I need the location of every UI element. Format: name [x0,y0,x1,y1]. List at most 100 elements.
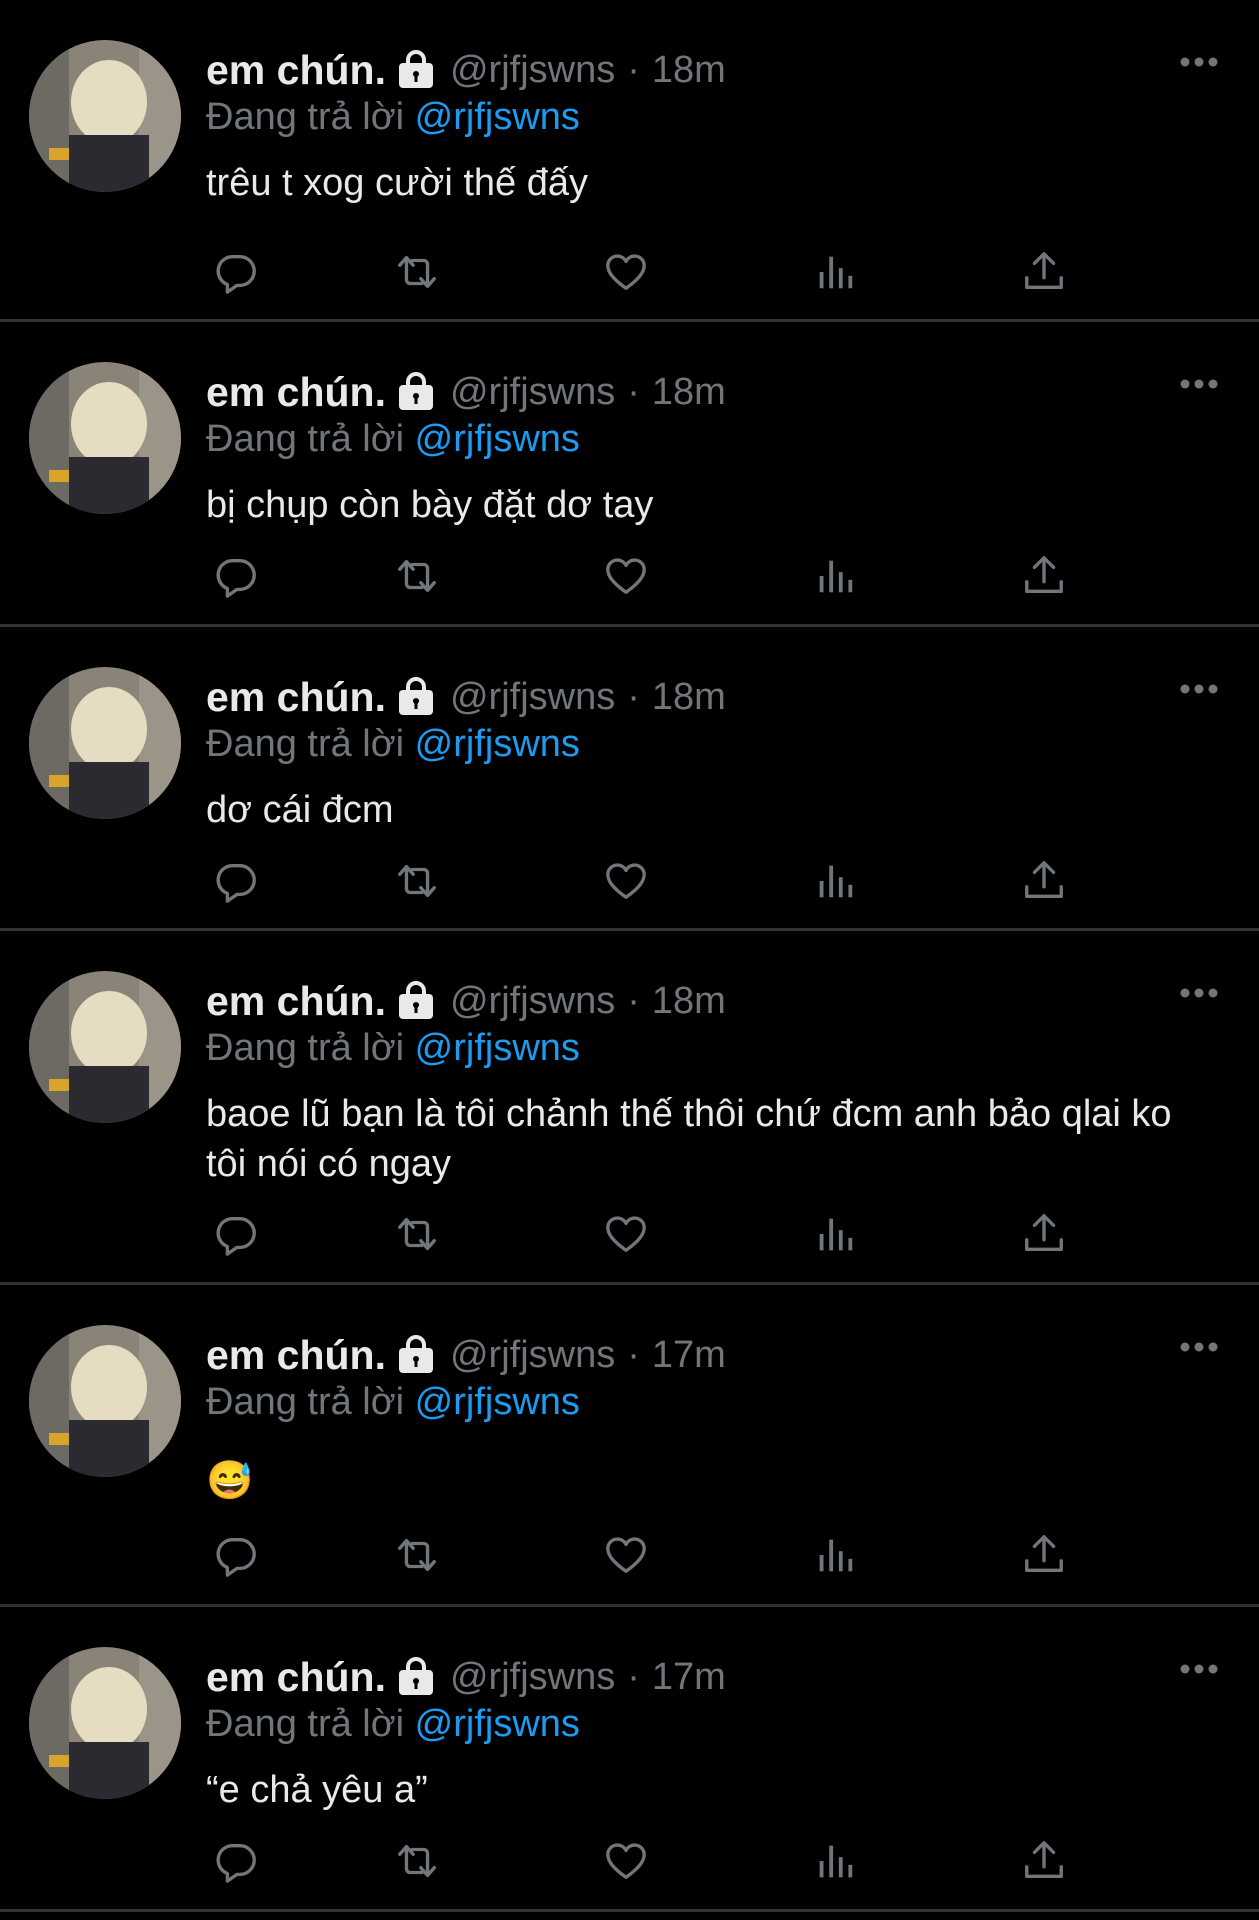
reply-prefix: Đang trả lời [206,1703,405,1745]
author-name[interactable]: em chún. [206,47,386,94]
reply-prefix: Đang trả lời [206,96,405,138]
mention-link[interactable]: @rjfjswns [415,418,580,460]
tweet[interactable]: em chún. @rjfjswns · 18m Đang trả lời @r… [0,322,1259,627]
author-handle[interactable]: @rjfjswns [450,371,615,414]
reply-icon[interactable] [211,1209,261,1259]
timestamp[interactable]: 18m [652,371,726,414]
views-icon[interactable] [810,1530,860,1580]
tweet-text: baoe lũ bạn là tôi chảnh thế thôi chứ đc… [206,1093,1172,1185]
author-handle[interactable]: @rjfjswns [450,980,615,1023]
avatar[interactable] [29,1647,181,1799]
tweet[interactable]: em chún. @rjfjswns · 18m Đang trả lời @r… [0,931,1259,1285]
reply-icon[interactable] [211,247,261,297]
tweet-text: “e chả yêu a” [206,1769,428,1811]
lock-icon [396,50,436,90]
reply-icon[interactable] [211,1836,261,1886]
avatar[interactable] [29,40,181,192]
separator: · [627,370,640,413]
author-handle[interactable]: @rjfjswns [450,1656,615,1699]
author-name[interactable]: em chún. [206,978,386,1025]
avatar[interactable] [29,1325,181,1477]
tweet-text: dơ cái đcm [206,789,394,831]
author-handle[interactable]: @rjfjswns [450,676,615,719]
more-options-icon[interactable] [1179,52,1219,72]
mention-link[interactable]: @rjfjswns [415,1381,580,1423]
tweet-text: trêu t xog cười thế đấy [206,162,588,204]
reply-context: Đang trả lời @rjfjswns [206,720,1219,768]
tweet[interactable]: em chún. @rjfjswns · 18m Đang trả lời @r… [0,0,1259,322]
tweet-text: bị chụp còn bày đặt dơ tay [206,484,654,526]
share-icon[interactable] [1019,247,1069,297]
tweet[interactable]: em chún. @rjfjswns · 18m Đang trả lời @r… [0,627,1259,931]
like-icon[interactable] [601,856,651,906]
avatar[interactable] [29,971,181,1123]
retweet-icon[interactable] [392,856,442,906]
tweet[interactable]: em chún. @rjfjswns · 17m Đang trả lời @r… [0,1607,1259,1912]
separator: · [627,675,640,718]
avatar[interactable] [29,362,181,514]
author-handle[interactable]: @rjfjswns [450,49,615,92]
like-icon[interactable] [601,247,651,297]
like-icon[interactable] [601,1530,651,1580]
author-name[interactable]: em chún. [206,369,386,416]
reply-context: Đang trả lời @rjfjswns [206,1700,1219,1748]
retweet-icon[interactable] [392,1530,442,1580]
views-icon[interactable] [810,1209,860,1259]
like-icon[interactable] [601,551,651,601]
more-options-icon[interactable] [1179,983,1219,1003]
lock-icon [396,1657,436,1697]
timestamp[interactable]: 18m [652,49,726,92]
timestamp[interactable]: 18m [652,980,726,1023]
views-icon[interactable] [810,856,860,906]
more-options-icon[interactable] [1179,1659,1219,1679]
retweet-icon[interactable] [392,247,442,297]
views-icon[interactable] [810,1836,860,1886]
action-bar [206,247,1106,297]
retweet-icon[interactable] [392,1836,442,1886]
tweet-text: 😅 [206,1460,254,1502]
reply-prefix: Đang trả lời [206,723,405,765]
mention-link[interactable]: @rjfjswns [415,723,580,765]
separator: · [627,1333,640,1376]
separator: · [627,979,640,1022]
more-options-icon[interactable] [1179,374,1219,394]
views-icon[interactable] [810,551,860,601]
timestamp[interactable]: 17m [652,1334,726,1377]
share-icon[interactable] [1019,856,1069,906]
share-icon[interactable] [1019,1836,1069,1886]
separator: · [627,48,640,91]
retweet-icon[interactable] [392,1209,442,1259]
author-handle[interactable]: @rjfjswns [450,1334,615,1377]
timestamp[interactable]: 17m [652,1656,726,1699]
timestamp[interactable]: 18m [652,676,726,719]
reply-prefix: Đang trả lời [206,1027,405,1069]
mention-link[interactable]: @rjfjswns [415,96,580,138]
reply-context: Đang trả lời @rjfjswns [206,415,1219,463]
like-icon[interactable] [601,1209,651,1259]
share-icon[interactable] [1019,1209,1069,1259]
share-icon[interactable] [1019,1530,1069,1580]
retweet-icon[interactable] [392,551,442,601]
reply-icon[interactable] [211,551,261,601]
author-name[interactable]: em chún. [206,674,386,721]
more-options-icon[interactable] [1179,679,1219,699]
like-icon[interactable] [601,1836,651,1886]
share-icon[interactable] [1019,551,1069,601]
avatar[interactable] [29,667,181,819]
more-options-icon[interactable] [1179,1337,1219,1357]
reply-icon[interactable] [211,856,261,906]
separator: · [627,1655,640,1698]
tweet-feed: em chún. @rjfjswns · 18m Đang trả lời @r… [0,0,1259,1912]
action-bar [206,1836,1106,1886]
reply-icon[interactable] [211,1530,261,1580]
reply-prefix: Đang trả lời [206,418,405,460]
author-name[interactable]: em chún. [206,1654,386,1701]
reply-prefix: Đang trả lời [206,1381,405,1423]
tweet[interactable]: em chún. @rjfjswns · 17m Đang trả lời @r… [0,1285,1259,1607]
action-bar [206,856,1106,906]
views-icon[interactable] [810,247,860,297]
lock-icon [396,372,436,412]
mention-link[interactable]: @rjfjswns [415,1027,580,1069]
mention-link[interactable]: @rjfjswns [415,1703,580,1745]
author-name[interactable]: em chún. [206,1332,386,1379]
